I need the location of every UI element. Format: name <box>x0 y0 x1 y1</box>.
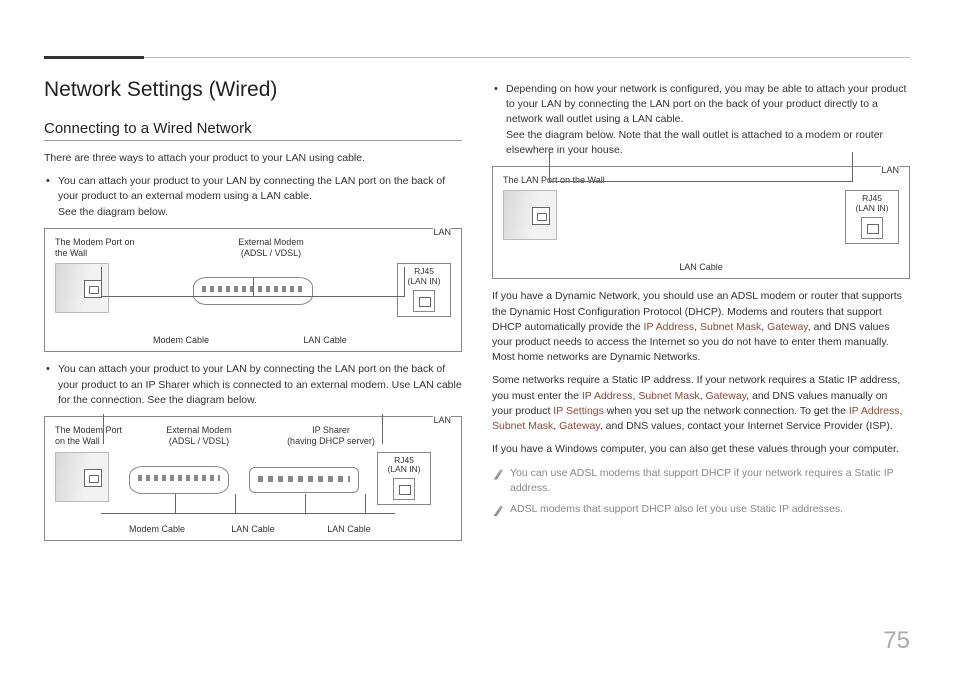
lan-port-icon: RJ45 (LAN IN) <box>377 452 431 506</box>
cable-label-1: Modem Cable <box>109 335 253 345</box>
sharer-label: IP Sharer <box>312 425 350 435</box>
paragraph-dynamic: If you have a Dynamic Network, you shoul… <box>492 289 910 365</box>
link-ip[interactable]: IP Address <box>849 405 900 417</box>
link-subnet[interactable]: Subnet Mask <box>638 390 699 402</box>
note-1: You can use ADSL modems that support DHC… <box>492 466 910 496</box>
lan-header: LAN <box>881 165 899 175</box>
note-2: ADSL modems that support DHCP also let y… <box>492 502 910 517</box>
diagram-ip-sharer: LAN The Modem Port on the Wall External … <box>44 416 462 541</box>
lan-port-icon: RJ45 (LAN IN) <box>397 263 451 317</box>
cable-label-2: LAN Cable <box>253 335 397 345</box>
wall-label: The Modem Port on the Wall <box>55 237 145 260</box>
section-heading: Connecting to a Wired Network <box>44 120 462 141</box>
lan-port-icon: RJ45 (LAN IN) <box>845 190 899 244</box>
link-gateway[interactable]: Gateway <box>559 420 600 432</box>
intro-text: There are three ways to attach your prod… <box>44 151 462 166</box>
cable-label-1: Modem Cable <box>109 524 205 534</box>
bullet-3: Depending on how your network is configu… <box>492 82 910 158</box>
modem-label: External Modem <box>166 425 232 435</box>
bullet-1: You can attach your product to your LAN … <box>44 174 462 220</box>
wall-port-icon <box>503 190 557 240</box>
link-ip-settings[interactable]: IP Settings <box>553 405 604 417</box>
page-title: Network Settings (Wired) <box>44 78 462 102</box>
link-ip[interactable]: IP Address <box>582 390 633 402</box>
bullet-2: You can attach your product to your LAN … <box>44 362 462 408</box>
wall-port-icon <box>55 452 109 502</box>
link-gateway[interactable]: Gateway <box>767 321 808 333</box>
modem-label: External Modem <box>238 237 304 247</box>
wall-label: The Modem Port on the Wall <box>55 425 133 448</box>
modem-sublabel: (ADSL / VDSL) <box>133 436 265 447</box>
link-subnet[interactable]: Subnet Mask <box>700 321 761 333</box>
page-number: 75 <box>883 627 910 655</box>
cable-label-2: LAN Cable <box>205 524 301 534</box>
lan-header: LAN <box>433 415 451 425</box>
diagram-wall-direct: LAN The LAN Port on the Wall RJ45 (LAN I… <box>492 166 910 279</box>
link-subnet[interactable]: Subnet Mask <box>492 420 553 432</box>
link-ip[interactable]: IP Address <box>644 321 695 333</box>
sharer-sublabel: (having DHCP server) <box>265 436 397 447</box>
cable-label-1: LAN Cable <box>557 262 845 272</box>
link-gateway[interactable]: Gateway <box>705 390 746 402</box>
modem-sublabel: (ADSL / VDSL) <box>145 248 397 259</box>
ip-sharer-icon <box>249 467 359 493</box>
diagram-modem: LAN The Modem Port on the Wall External … <box>44 228 462 353</box>
paragraph-windows: If you have a Windows computer, you can … <box>492 442 910 457</box>
paragraph-static: Some networks require a Static IP addres… <box>492 373 910 434</box>
modem-icon <box>129 466 229 494</box>
lan-header: LAN <box>433 227 451 237</box>
cable-label-3: LAN Cable <box>301 524 397 534</box>
